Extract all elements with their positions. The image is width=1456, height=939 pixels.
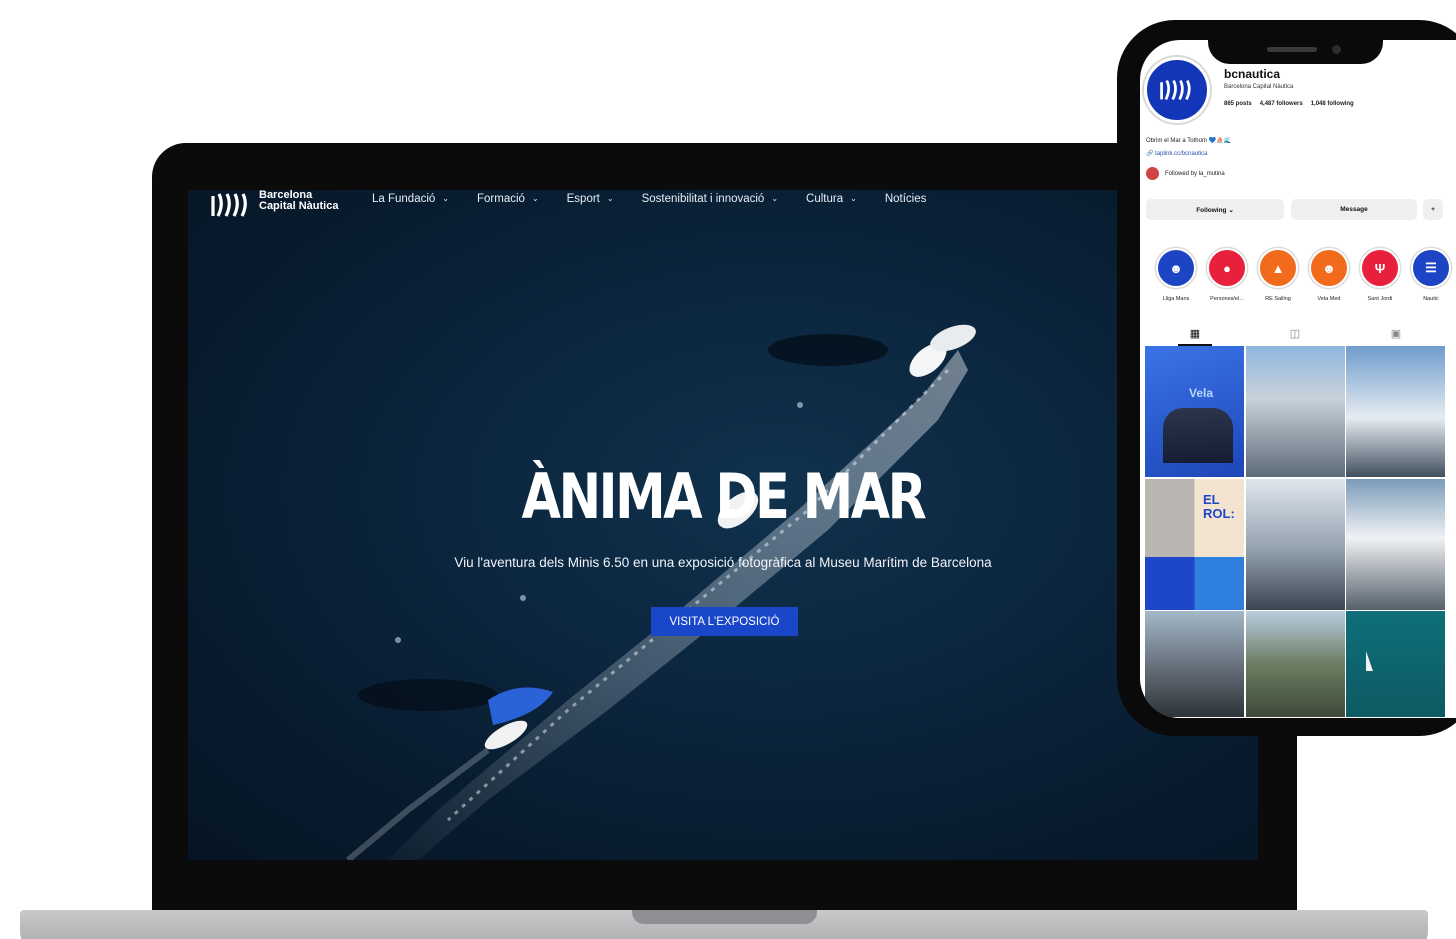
laptop-hinge-notch (632, 910, 817, 924)
post-caption: Vela (1189, 386, 1214, 400)
profile-full-name: Barcelona Capital Nàutica (1224, 84, 1294, 90)
phone-camera (1332, 45, 1341, 54)
chevron-down-icon: ⌄ (442, 193, 449, 203)
followed-by-text: Followed by la_mutina (1165, 170, 1225, 177)
highlight-label: Sant Jordi (1367, 296, 1393, 302)
following-count[interactable]: 1,048 following (1311, 101, 1354, 107)
bcn-logo-icon[interactable] (210, 192, 252, 218)
tab-reels[interactable]: ◫ (1284, 326, 1306, 340)
highlight-vela-med[interactable]: ☻ (1309, 248, 1349, 288)
nav-label: Cultura (806, 193, 844, 205)
brand-name[interactable]: Barcelona Capital Nàutica (259, 190, 338, 212)
nav-item-esport[interactable]: Esport ⌄ (567, 193, 614, 205)
profile-link-text: taplink.cc/bcnautica (1155, 151, 1208, 157)
bcn-logo-icon (1160, 79, 1191, 101)
chevron-down-icon: ⌄ (850, 193, 857, 203)
highlight-label: Nautic (1423, 296, 1439, 302)
following-button[interactable]: Following ⌄ (1146, 199, 1284, 220)
people-icon: ☻ (1169, 260, 1183, 276)
chevron-down-icon: ⌄ (531, 193, 539, 203)
visit-exhibition-button[interactable]: VISITA L'EXPOSICIÓ (651, 607, 798, 636)
post-caption: EL ROL: (1203, 491, 1235, 521)
highlight-label: Vela Med (1317, 296, 1341, 302)
post-tile[interactable]: EL ROL: (1145, 478, 1244, 610)
highlight-label: Lliga Mans (1162, 296, 1190, 302)
tab-tagged[interactable]: ▣ (1385, 326, 1407, 340)
post-tile[interactable] (1346, 346, 1445, 477)
brand-name-line2: Capital Nàutica (259, 200, 339, 212)
brand-banner (1145, 556, 1244, 610)
highlight-sant-jordi[interactable]: Ψ (1360, 248, 1400, 288)
profile-link[interactable]: 🔗 taplink.cc/bcnautica (1146, 150, 1208, 157)
highlight-label: Persones/el... (1210, 296, 1244, 302)
website-screen: Barcelona Capital Nàutica La Fundació ⌄ F… (188, 190, 1258, 860)
podium-icon: ▲ (1271, 260, 1285, 276)
hero-title: ÀNIMA DE MAR (521, 460, 927, 533)
reels-icon: ◫ (1289, 327, 1301, 340)
posts-grid: Vela EL ROL: (1145, 346, 1445, 718)
post-tile[interactable] (1245, 478, 1345, 610)
post-tile[interactable] (1346, 611, 1445, 717)
followers-count[interactable]: 4,487 followers (1260, 101, 1303, 107)
followed-by[interactable]: Followed by la_mutina (1146, 167, 1225, 180)
people-icon: ☻ (1322, 260, 1336, 276)
post-tile[interactable] (1346, 478, 1445, 610)
chevron-down-icon: ⌄ (771, 193, 779, 203)
posts-count[interactable]: 865 posts (1224, 101, 1252, 107)
fork-icon: Ψ (1374, 260, 1386, 276)
site-header: Barcelona Capital Nàutica La Fundació ⌄ F… (188, 190, 1258, 217)
hero-subtitle: Viu l'aventura dels Minis 6.50 en una ex… (454, 555, 992, 570)
nav-item-noticies[interactable]: Notícies (885, 193, 927, 205)
people-photo (1163, 408, 1233, 463)
mini-avatar (1146, 167, 1159, 180)
highlight-nautic[interactable]: ☰ (1411, 248, 1451, 288)
device-mockup-stage: Barcelona Capital Nàutica La Fundació ⌄ F… (0, 0, 1456, 939)
instagram-profile-screen: bcnautica Barcelona Capital Nàutica 865 … (1140, 40, 1456, 718)
sailboat-icon (1366, 651, 1373, 671)
post-tile[interactable]: Vela (1145, 346, 1244, 477)
chevron-down-icon: ⌄ (606, 193, 614, 203)
profile-stats: 865 posts 4,487 followers 1,048 followin… (1224, 101, 1354, 107)
nav-item-cultura[interactable]: Cultura ⌄ (806, 193, 857, 205)
profile-avatar[interactable] (1144, 57, 1210, 123)
nav-label: Notícies (884, 193, 927, 205)
nav-label: Sostenibilitat i innovació (641, 193, 765, 205)
post-tile[interactable] (1245, 611, 1345, 717)
nav-label: Formació (477, 193, 525, 205)
phone-speaker (1267, 47, 1317, 52)
nav-label: La Fundació (372, 193, 436, 205)
tagged-icon: ▣ (1390, 327, 1402, 340)
highlight-re-sailing[interactable]: ▲ (1258, 248, 1298, 288)
grid-icon: ▦ (1189, 327, 1201, 340)
highlight-lliga-mans[interactable]: ☻ (1156, 248, 1196, 288)
post-tile[interactable] (1145, 611, 1244, 717)
glyph-icon: ☰ (1425, 260, 1437, 275)
nav-item-la-fundacio[interactable]: La Fundació ⌄ (372, 193, 449, 205)
add-person-button[interactable]: + (1423, 199, 1443, 220)
profile-bio: Obrim el Mar a Tothom 💙⛵🌊 (1146, 138, 1231, 144)
profile-username: bcnautica (1224, 67, 1281, 81)
speaker-icon: ● (1223, 260, 1231, 276)
post-tile[interactable] (1245, 346, 1345, 477)
highlight-persones[interactable]: ● (1207, 248, 1247, 288)
message-button[interactable]: Message (1291, 199, 1417, 220)
main-nav: La Fundació ⌄ Formació ⌄ Esport ⌄ Sostenibi… (372, 193, 954, 205)
nav-label: Esport (566, 193, 600, 205)
nav-item-sostenibilitat[interactable]: Sostenibilitat i innovació ⌄ (642, 193, 778, 205)
highlight-label: RE Sailing (1265, 296, 1291, 302)
nav-item-formacio[interactable]: Formació ⌄ (477, 193, 539, 205)
tab-grid[interactable]: ▦ (1184, 326, 1206, 340)
